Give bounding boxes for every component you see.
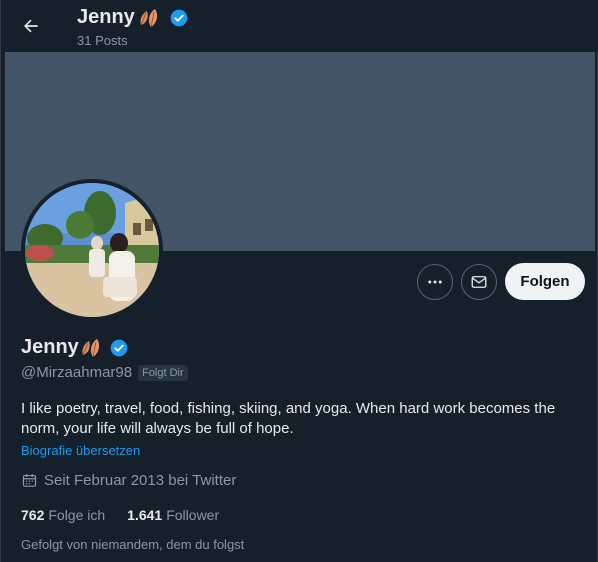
more-button[interactable] xyxy=(417,264,453,300)
followers-stat[interactable]: 1.641 Follower xyxy=(127,507,219,523)
top-bar: Jenny 31 Posts xyxy=(1,0,598,52)
profile-name-row: Jenny xyxy=(21,336,129,359)
back-button[interactable] xyxy=(13,8,49,44)
handle-row: @Mirzaahmar98 Folgt Dir xyxy=(21,364,188,381)
following-count: 762 xyxy=(21,507,45,523)
joined-date-row: Seit Februar 2013 bei Twitter xyxy=(21,472,236,489)
verified-badge-icon[interactable] xyxy=(109,338,129,358)
joined-date: Seit Februar 2013 bei Twitter xyxy=(44,472,237,489)
following-label: Folge ich xyxy=(48,507,106,523)
profile-handle: @Mirzaahmar98 xyxy=(21,364,133,381)
header-name-row: Jenny xyxy=(77,6,189,29)
leaves-emoji-icon xyxy=(82,338,99,357)
translate-bio-link[interactable]: Biografie übersetzen xyxy=(21,443,140,458)
follows-you-badge: Folgt Dir xyxy=(138,364,188,381)
mail-icon xyxy=(471,276,487,288)
header-name: Jenny xyxy=(77,6,135,28)
leaves-emoji-icon xyxy=(140,8,157,27)
message-button[interactable] xyxy=(461,264,497,300)
avatar[interactable] xyxy=(21,179,163,321)
more-horizontal-icon xyxy=(428,280,442,284)
follow-button[interactable]: Folgen xyxy=(505,263,585,300)
avatar-photo xyxy=(25,183,159,317)
posts-count: 31 Posts xyxy=(77,33,128,48)
verified-badge-icon xyxy=(170,9,188,26)
followers-count: 1.641 xyxy=(127,507,163,523)
arrow-left-icon xyxy=(24,19,38,33)
profile-page: Jenny 31 Posts Folgen Jenny @Mirzaahmar9… xyxy=(0,0,598,562)
followed-by-text: Gefolgt von niemandem, dem du folgst xyxy=(21,537,245,552)
profile-bio: I like poetry, travel, food, fishing, sk… xyxy=(21,400,556,437)
calendar-icon xyxy=(22,474,37,487)
following-stat[interactable]: 762 Folge ich xyxy=(21,507,105,523)
profile-name: Jenny xyxy=(21,336,79,358)
followers-label: Follower xyxy=(166,507,220,523)
follow-stats: 762 Folge ich 1.641 Follower xyxy=(21,507,241,523)
